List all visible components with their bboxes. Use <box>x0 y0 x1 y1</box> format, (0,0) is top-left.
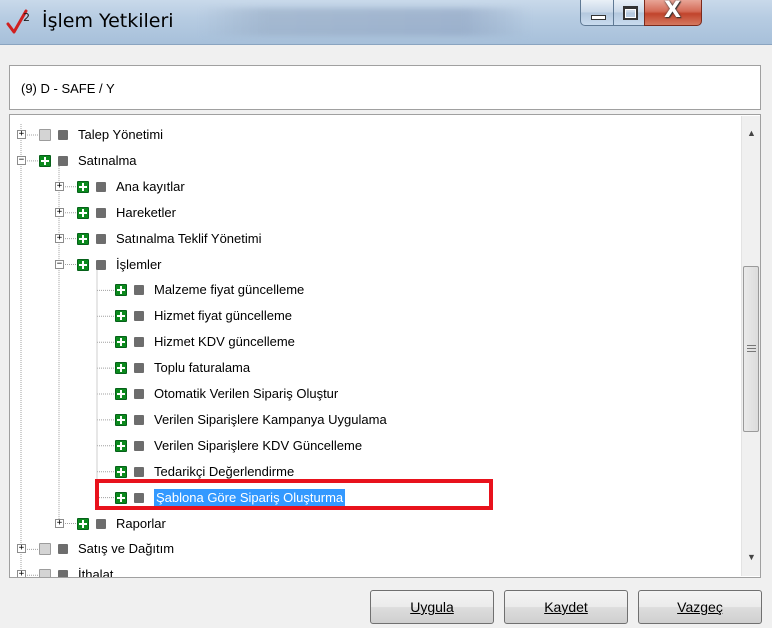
granted-checkbox[interactable] <box>115 336 127 349</box>
tree-row-label: Satınalma Teklif Yönetimi <box>116 230 262 246</box>
minimize-button[interactable] <box>580 0 614 26</box>
tree-row-label: Otomatik Verilen Sipariş Oluştur <box>154 386 339 401</box>
granted-checkbox[interactable] <box>115 413 127 426</box>
tree-row-label: Hizmet fiyat güncelleme <box>154 308 292 324</box>
granted-checkbox[interactable] <box>115 439 127 452</box>
save-button[interactable]: Kaydet <box>504 590 628 624</box>
tree-row-label: Hareketler <box>116 204 176 220</box>
scroll-down-icon[interactable]: ▼ <box>742 548 760 567</box>
tree-row-label: İşlemler <box>116 256 162 272</box>
unset-checkbox[interactable] <box>39 129 51 141</box>
tree-row-label: Verilen Siparişlere KDV Güncelleme <box>154 437 363 453</box>
node-icon <box>134 414 144 425</box>
node-icon <box>96 181 106 192</box>
granted-checkbox[interactable] <box>77 232 89 245</box>
granted-checkbox[interactable] <box>115 388 127 400</box>
node-icon <box>96 518 106 529</box>
node-icon <box>58 130 68 140</box>
node-icon <box>134 311 144 322</box>
svg-text:2: 2 <box>23 11 30 24</box>
tree-row-label: Satış ve Dağıtım <box>78 541 175 557</box>
context-box: (9) D - SAFE / Y <box>9 65 761 110</box>
collapse-icon[interactable]: − <box>55 259 64 269</box>
tree-row-label: Malzeme fiyat güncelleme <box>154 282 305 298</box>
scroll-thumb[interactable] <box>743 266 759 432</box>
context-label: (9) D - SAFE / Y <box>21 81 115 96</box>
expand-icon[interactable]: + <box>17 544 26 554</box>
grip-icon <box>747 345 756 352</box>
tree-row-label: Hizmet KDV güncelleme <box>154 334 295 350</box>
tree-row-label: İthalat <box>78 567 114 578</box>
maximize-icon <box>623 6 638 20</box>
maximize-button[interactable] <box>613 0 645 26</box>
app-icon: 2 <box>6 9 30 34</box>
tree-row-label: Verilen Siparişlere Kampanya Uygulama <box>154 411 387 427</box>
annotation-highlight-box <box>95 479 493 510</box>
collapse-icon[interactable]: − <box>17 155 26 165</box>
unset-checkbox[interactable] <box>39 543 51 556</box>
apply-button[interactable]: Uygula <box>370 590 494 624</box>
expand-icon[interactable]: + <box>55 518 64 528</box>
granted-checkbox[interactable] <box>77 517 89 530</box>
minimize-icon <box>591 15 606 20</box>
granted-checkbox[interactable] <box>115 284 127 297</box>
node-icon <box>96 259 106 270</box>
node-icon <box>134 440 144 451</box>
title-bar-blur <box>200 8 530 36</box>
close-icon: X <box>664 0 681 23</box>
vertical-scrollbar[interactable]: ▲ ▼ <box>741 116 760 576</box>
node-icon <box>134 466 144 477</box>
node-icon <box>96 207 106 218</box>
expand-icon[interactable]: + <box>55 233 64 243</box>
close-button[interactable]: X <box>644 0 702 26</box>
node-icon <box>134 389 144 399</box>
node-icon <box>58 570 68 577</box>
granted-checkbox[interactable] <box>39 154 51 167</box>
tree-row-label: Talep Yönetimi <box>78 127 164 142</box>
node-icon <box>58 155 68 166</box>
unset-checkbox[interactable] <box>39 569 51 577</box>
granted-checkbox[interactable] <box>115 465 127 478</box>
tree-row-label: Raporlar <box>116 515 166 531</box>
title-bar[interactable]: 2 İşlem Yetkileri X <box>0 0 772 45</box>
node-icon <box>134 285 144 296</box>
expand-icon[interactable]: + <box>55 207 64 217</box>
node-icon <box>96 233 106 244</box>
window-title: İşlem Yetkileri <box>42 10 174 32</box>
node-icon <box>134 337 144 348</box>
node-icon <box>134 363 144 374</box>
granted-checkbox[interactable] <box>77 180 89 193</box>
expand-icon[interactable]: + <box>17 130 26 139</box>
expand-icon[interactable]: + <box>17 570 26 577</box>
cancel-button[interactable]: Vazgeç <box>638 590 762 624</box>
granted-checkbox[interactable] <box>77 206 89 219</box>
tree-row-label: Ana kayıtlar <box>116 178 185 194</box>
granted-checkbox[interactable] <box>77 258 89 271</box>
scroll-up-icon[interactable]: ▲ <box>742 124 760 143</box>
tree-row-label: Satınalma <box>78 152 137 168</box>
node-icon <box>58 544 68 555</box>
tree-row-label: Toplu faturalama <box>154 360 251 376</box>
granted-checkbox[interactable] <box>115 362 127 375</box>
granted-checkbox[interactable] <box>115 310 127 323</box>
expand-icon[interactable]: + <box>55 181 64 191</box>
